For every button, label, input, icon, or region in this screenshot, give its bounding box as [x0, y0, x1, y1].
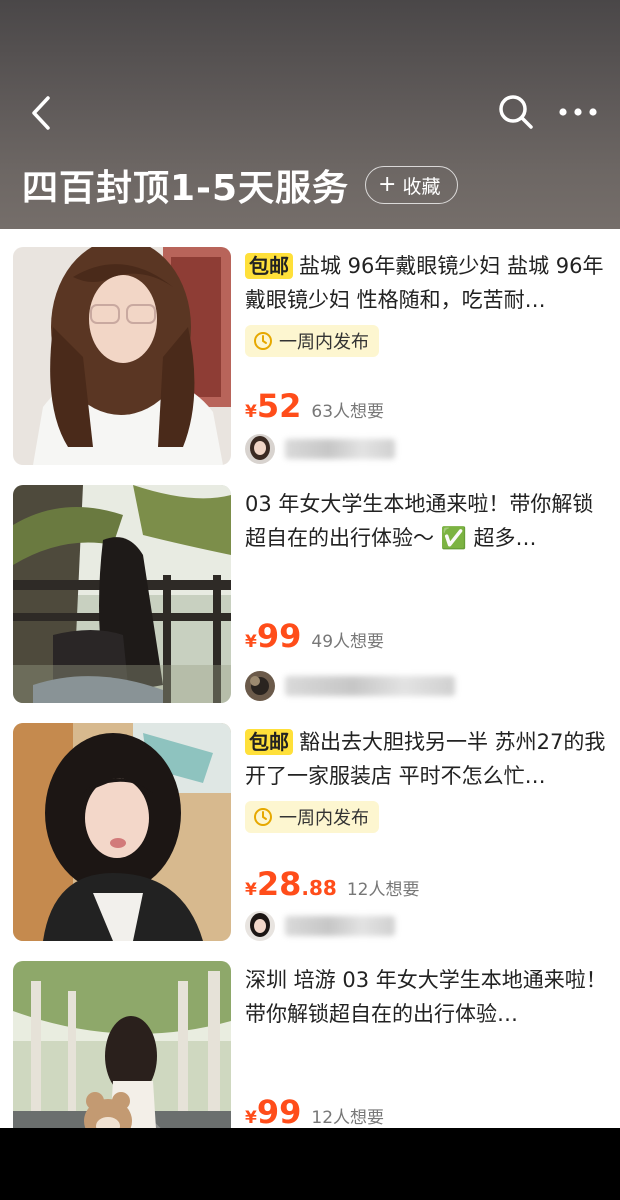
- seller-name-blurred: [285, 916, 395, 936]
- product-description: 包邮 豁出去大胆找另一半 苏州27的我开了一家服装店 平时不怎么忙…: [245, 725, 610, 793]
- free-shipping-tag: 包邮: [245, 253, 293, 279]
- price-integer: 99: [256, 1093, 302, 1128]
- publish-time-tag: 一周内发布: [245, 325, 379, 357]
- product-card[interactable]: 03 年女大学生本地通来啦！带你解锁超自在的出行体验～ ✅ 超多… ¥ 99 4…: [0, 467, 620, 705]
- chevron-left-icon: [32, 96, 50, 130]
- avatar: [245, 434, 275, 464]
- product-card[interactable]: 包邮 豁出去大胆找另一半 苏州27的我开了一家服装店 平时不怎么忙… 一周内发布 …: [0, 705, 620, 943]
- product-description: 03 年女大学生本地通来啦！带你解锁超自在的出行体验～ ✅ 超多…: [245, 487, 610, 555]
- currency-symbol: ¥: [245, 402, 257, 422]
- publish-time-label: 一周内发布: [279, 332, 369, 353]
- description-text: 豁出去大胆找另一半 苏州27的我开了一家服装店 平时不怎么忙…: [245, 730, 606, 788]
- avatar: [245, 911, 275, 941]
- back-button[interactable]: [22, 88, 62, 138]
- header: 四百封顶1-5天服务 + 收藏: [0, 0, 620, 229]
- product-image: [13, 961, 231, 1128]
- want-count: 12人想要: [346, 880, 420, 900]
- product-description: 包邮 盐城 96年戴眼镜少妇 盐城 96年戴眼镜少妇 性格随和，吃苦耐…: [245, 249, 610, 317]
- description-text: 盐城 96年戴眼镜少妇 盐城 96年戴眼镜少妇 性格随和，吃苦耐…: [245, 254, 604, 312]
- seller-row[interactable]: [245, 911, 395, 941]
- free-shipping-tag: 包邮: [245, 729, 293, 755]
- publish-time-label: 一周内发布: [279, 808, 369, 829]
- want-count: 49人想要: [311, 632, 385, 652]
- avatar: [245, 671, 275, 701]
- price-integer: 99: [256, 617, 302, 655]
- product-image: [13, 485, 231, 703]
- price-row: ¥ 28 .88 12人想要: [245, 865, 419, 903]
- want-count: 12人想要: [311, 1108, 385, 1128]
- plus-icon: +: [378, 172, 397, 197]
- price-row: ¥ 99 12人想要: [245, 1093, 384, 1128]
- price-integer: 52: [256, 387, 302, 425]
- search-icon: [499, 95, 533, 129]
- product-info: 包邮 盐城 96年戴眼镜少妇 盐城 96年戴眼镜少妇 性格随和，吃苦耐… 一周内发…: [245, 249, 610, 357]
- product-image: [13, 247, 231, 465]
- product-info: 包邮 豁出去大胆找另一半 苏州27的我开了一家服装店 平时不怎么忙… 一周内发布: [245, 725, 610, 833]
- want-count: 63人想要: [311, 402, 385, 422]
- product-card[interactable]: 包邮 盐城 96年戴眼镜少妇 盐城 96年戴眼镜少妇 性格随和，吃苦耐… 一周内发…: [0, 229, 620, 467]
- clock-icon: [254, 332, 272, 350]
- currency-symbol: ¥: [245, 880, 257, 900]
- top-nav: [0, 86, 620, 140]
- seller-row[interactable]: [245, 434, 395, 464]
- price-row: ¥ 52 63人想要: [245, 387, 384, 425]
- bottom-black-bar: [0, 1128, 620, 1200]
- price-row: ¥ 99 49人想要: [245, 617, 384, 655]
- more-button[interactable]: [554, 90, 602, 134]
- currency-symbol: ¥: [245, 632, 257, 652]
- product-image: [13, 723, 231, 941]
- favorite-label: 收藏: [402, 175, 441, 198]
- product-info: 深圳 培游 03 年女大学生本地通来啦！带你解锁超自在的出行体验…: [245, 963, 610, 1031]
- description-text: 深圳 培游 03 年女大学生本地通来啦！带你解锁超自在的出行体验…: [245, 968, 607, 1026]
- price-integer: 28: [256, 865, 302, 903]
- search-button[interactable]: [494, 90, 538, 134]
- title-row: 四百封顶1-5天服务 + 收藏: [22, 160, 458, 210]
- description-text: 03 年女大学生本地通来啦！带你解锁超自在的出行体验～ ✅ 超多…: [245, 492, 594, 550]
- publish-time-tag: 一周内发布: [245, 801, 379, 833]
- more-icon: [559, 108, 597, 116]
- product-description: 深圳 培游 03 年女大学生本地通来啦！带你解锁超自在的出行体验…: [245, 963, 610, 1031]
- clock-icon: [254, 808, 272, 826]
- seller-name-blurred: [285, 676, 455, 696]
- price-decimal: .88: [301, 876, 337, 900]
- product-info: 03 年女大学生本地通来啦！带你解锁超自在的出行体验～ ✅ 超多…: [245, 487, 610, 555]
- seller-name-blurred: [285, 439, 395, 459]
- seller-row[interactable]: [245, 671, 455, 701]
- page-title: 四百封顶1-5天服务: [22, 168, 350, 209]
- favorite-button[interactable]: + 收藏: [365, 166, 458, 204]
- currency-symbol: ¥: [245, 1108, 257, 1128]
- product-card[interactable]: 深圳 培游 03 年女大学生本地通来啦！带你解锁超自在的出行体验… ¥ 99 1…: [0, 943, 620, 1128]
- app-screen: 四百封顶1-5天服务 + 收藏 包邮 盐城 96年戴眼镜少妇 盐城 96年戴眼镜…: [0, 0, 620, 1128]
